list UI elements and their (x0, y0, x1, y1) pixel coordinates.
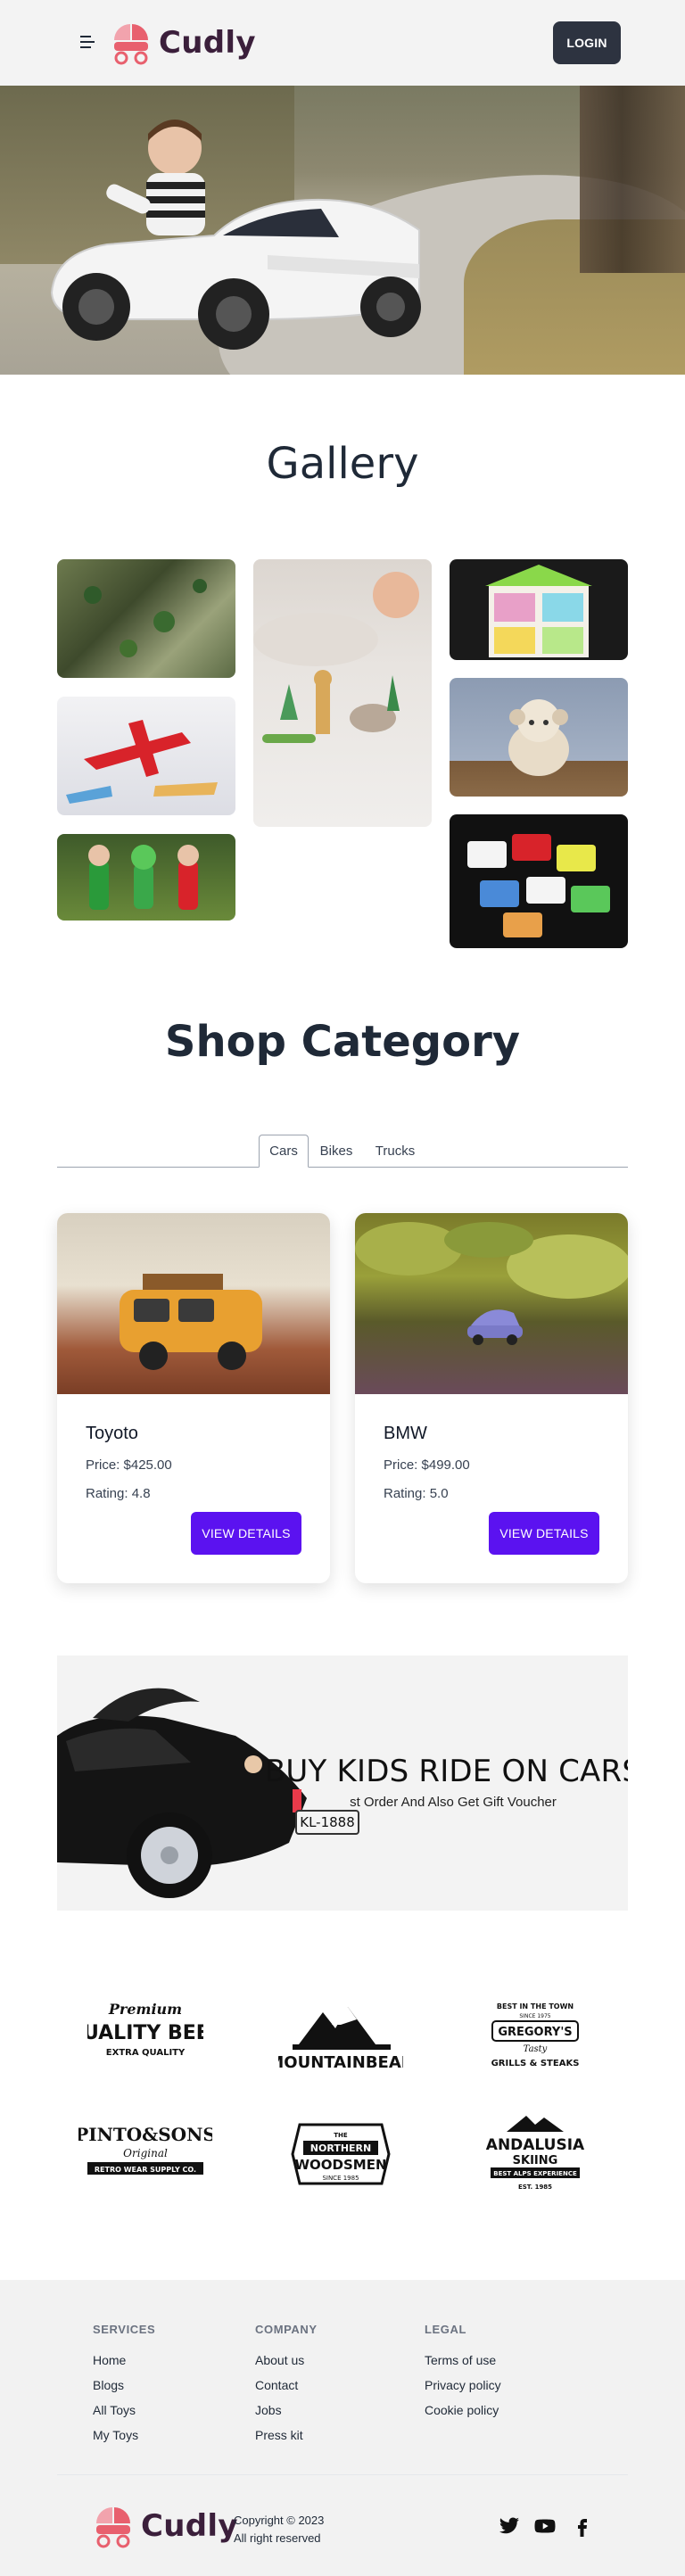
gallery-image-toy-soldiers[interactable] (57, 559, 235, 678)
svg-text:PINTO&SONS: PINTO&SONS (78, 2124, 212, 2145)
brand-name: Cudly (159, 25, 256, 61)
svg-text:ANDALUSIA: ANDALUSIA (486, 2136, 585, 2154)
gallery-image-mario-figures[interactable] (57, 834, 235, 921)
tab-trucks[interactable]: Trucks (367, 1135, 423, 1168)
product-price: Price: $425.00 (86, 1457, 172, 1473)
footer-brand-name: Cudly (141, 2508, 238, 2544)
svg-text:RETRO WEAR SUPPLY CO.: RETRO WEAR SUPPLY CO. (95, 2166, 196, 2174)
footer-link-contact[interactable]: Contact (255, 2378, 298, 2392)
svg-text:EST. 1985: EST. 1985 (518, 2184, 552, 2191)
gallery-image-teddy-sheep[interactable] (450, 678, 628, 797)
brand-logo[interactable]: Cudly (111, 20, 256, 66)
twitter-icon[interactable] (498, 2515, 521, 2537)
svg-text:SINCE 1975: SINCE 1975 (519, 2013, 550, 2019)
footer: SERVICES Home Blogs All Toys My Toys COM… (0, 2280, 685, 2576)
product-card-bmw: BMW Price: $499.00 Rating: 5.0 VIEW DETA… (355, 1213, 628, 1583)
rights-line: All right reserved (234, 2531, 321, 2545)
footer-divider (57, 2474, 628, 2475)
svg-text:Tasty: Tasty (524, 2044, 548, 2054)
hero-image (0, 86, 685, 375)
product-name: BMW (384, 1424, 427, 1443)
footer-link-home[interactable]: Home (93, 2353, 126, 2367)
footer-link-privacy[interactable]: Privacy policy (425, 2378, 501, 2392)
gallery-image-toy-plane[interactable] (57, 697, 235, 815)
login-button[interactable]: LOGIN (553, 21, 621, 64)
footer-link-all-toys[interactable]: All Toys (93, 2403, 136, 2417)
footer-heading-legal: LEGAL (425, 2323, 467, 2336)
license-plate: KL-1888 (300, 1814, 355, 1830)
footer-link-blogs[interactable]: Blogs (93, 2378, 124, 2392)
footer-link-cookie[interactable]: Cookie policy (425, 2403, 499, 2417)
kid-in-toy-car-illustration (50, 120, 421, 350)
svg-text:BEST ALPS EXPERIENCE: BEST ALPS EXPERIENCE (493, 2170, 577, 2177)
svg-text:EXTRA QUALITY: EXTRA QUALITY (106, 2048, 186, 2058)
footer-brand-logo[interactable]: Cudly (93, 2503, 238, 2549)
footer-link-about-us[interactable]: About us (255, 2353, 304, 2367)
product-image-toy-van (57, 1213, 330, 1394)
copyright: Copyright © 2023 All right reserved (234, 2512, 324, 2547)
youtube-icon[interactable] (533, 2515, 557, 2537)
copyright-line: Copyright © 2023 (234, 2514, 325, 2527)
gallery-title: Gallery (266, 439, 419, 489)
svg-text:SKIING: SKIING (513, 2154, 558, 2167)
navbar: Cudly LOGIN (0, 0, 685, 86)
facebook-icon[interactable] (571, 2515, 594, 2537)
svg-text:GRILLS & STEAKS: GRILLS & STEAKS (491, 2059, 580, 2068)
product-image-toy-beetle (355, 1213, 628, 1394)
brand-logo-northern-woodsmen[interactable]: THE NORTHERN WOODSMEN SINCE 1985 (285, 2114, 396, 2194)
shop-category-title: Shop Category (164, 1017, 521, 1067)
promo-subtitle: st Order And Also Get Gift Voucher (350, 1795, 557, 1810)
gallery-image-toy-trucks[interactable] (450, 814, 628, 948)
brand-logo-pinto-sons[interactable]: PINTO&SONS Original RETRO WEAR SUPPLY CO… (78, 2121, 212, 2184)
svg-text:Original: Original (123, 2147, 168, 2159)
promo-title: BUY KIDS RIDE ON CARS (264, 1754, 628, 1789)
gallery-image-wooden-animals[interactable] (253, 559, 432, 827)
tab-cars[interactable]: Cars (259, 1135, 309, 1168)
footer-heading-company: COMPANY (255, 2323, 318, 2336)
svg-text:SINCE 1985: SINCE 1985 (322, 2175, 359, 2182)
stroller-icon (114, 24, 148, 65)
product-name: Toyoto (86, 1424, 138, 1443)
menu-icon[interactable] (80, 36, 95, 48)
svg-text:THE: THE (334, 2132, 348, 2139)
footer-link-my-toys[interactable]: My Toys (93, 2428, 138, 2442)
gallery-image-dollhouse[interactable] (450, 559, 628, 660)
stroller-icon (96, 2507, 130, 2548)
footer-heading-services: SERVICES (93, 2323, 156, 2336)
product-price: Price: $499.00 (384, 1457, 470, 1473)
view-details-button[interactable]: VIEW DETAILS (191, 1512, 301, 1555)
promo-banner: KL-1888 BUY KIDS RIDE ON CARS st Order A… (57, 1655, 628, 1911)
svg-text:Premium: Premium (108, 2001, 182, 2018)
view-details-button[interactable]: VIEW DETAILS (489, 1512, 599, 1555)
product-rating: Rating: 5.0 (384, 1486, 449, 1501)
svg-text:MOUNTAINBEAR: MOUNTAINBEAR (278, 2053, 403, 2072)
svg-text:NORTHERN: NORTHERN (310, 2143, 371, 2154)
tab-bikes[interactable]: Bikes (312, 1135, 360, 1168)
brand-logo-quality-beer[interactable]: Premium QUALITY BEER EXTRA QUALITY (87, 1998, 203, 2069)
svg-text:WOODSMEN: WOODSMEN (294, 2157, 386, 2173)
brand-logo-andalusia-skiing[interactable]: ANDALUSIA SKIING BEST ALPS EXPERIENCE ES… (482, 2112, 589, 2198)
product-card-toyoto: Toyoto Price: $425.00 Rating: 4.8 VIEW D… (57, 1213, 330, 1583)
footer-link-jobs[interactable]: Jobs (255, 2403, 282, 2417)
svg-text:BEST IN THE TOWN: BEST IN THE TOWN (497, 2002, 574, 2010)
footer-link-terms[interactable]: Terms of use (425, 2353, 496, 2367)
brand-logo-mountain-bear[interactable]: MOUNTAINBEAR (278, 1998, 403, 2073)
brand-logo-gregorys[interactable]: BEST IN THE TOWN SINCE 1975 GREGORY'S Ta… (480, 1994, 590, 2076)
svg-text:QUALITY BEER: QUALITY BEER (87, 2022, 203, 2044)
footer-link-press-kit[interactable]: Press kit (255, 2428, 303, 2442)
svg-text:GREGORY'S: GREGORY'S (498, 2026, 572, 2039)
product-rating: Rating: 4.8 (86, 1486, 151, 1501)
